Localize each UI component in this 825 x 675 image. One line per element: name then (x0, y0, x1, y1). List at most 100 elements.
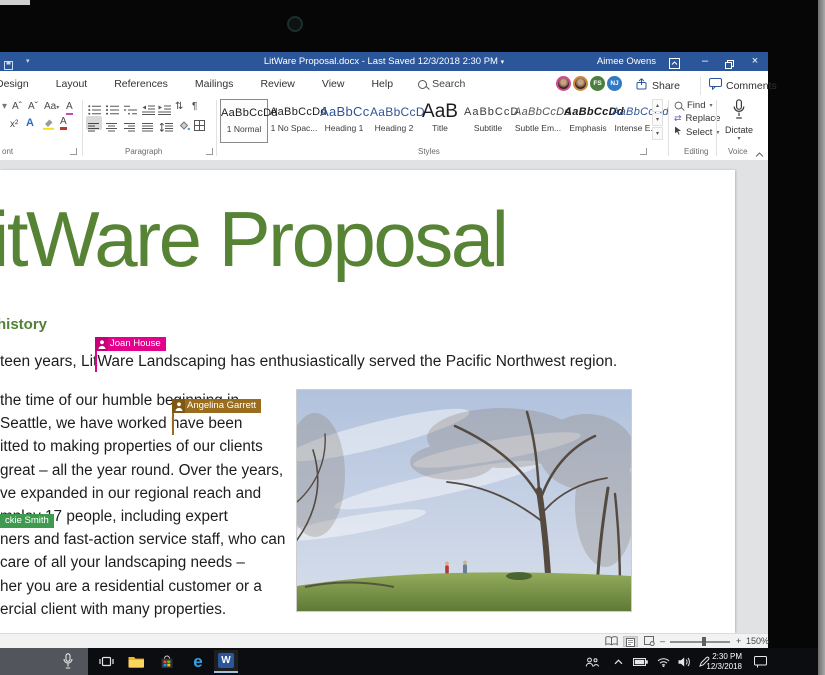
print-layout-icon[interactable] (623, 636, 638, 647)
borders-icon[interactable] (194, 118, 205, 136)
zoom-in-button[interactable]: + (736, 634, 741, 649)
ribbon: ▾ Aˆ Aˇ Aa▾ A x² A A ont ⇅ ¶ (0, 97, 768, 161)
shading-icon[interactable] (178, 118, 190, 136)
collab-flag-angelina-garrett[interactable]: Angelina Garrett (172, 399, 261, 413)
web-layout-icon[interactable] (642, 636, 657, 647)
styles-more-icon[interactable]: ▾ (652, 127, 663, 140)
microsoft-store-button[interactable] (155, 650, 179, 673)
background-sliver (0, 0, 30, 5)
read-mode-icon[interactable] (604, 636, 619, 647)
tab-mailings[interactable]: Mailings (193, 71, 236, 97)
align-right-icon[interactable] (124, 119, 136, 137)
pilcrow-icon[interactable]: ¶ (192, 100, 197, 113)
align-center-icon[interactable] (106, 119, 118, 137)
search-label: Search (432, 78, 465, 90)
collab-flag-jackie-smith[interactable]: ckie Smith (0, 514, 54, 528)
style-title[interactable]: AaBTitle (418, 99, 462, 143)
increase-indent-icon[interactable] (158, 102, 171, 120)
comments-button[interactable]: Comments (700, 77, 777, 95)
replace-button[interactable]: ⇄Replace (674, 113, 720, 124)
tab-references[interactable]: References (112, 71, 170, 97)
font-color-icon[interactable]: A (60, 117, 67, 130)
action-center-icon[interactable] (748, 650, 772, 673)
text-effects-icon[interactable]: A (26, 117, 34, 130)
body-line: care of all your landscaping needs – (0, 551, 285, 574)
align-left-icon[interactable] (88, 119, 100, 137)
taskbar-clock[interactable]: 2:30 PM 12/3/2018 (700, 652, 742, 671)
styles-dialog-launcher[interactable] (640, 148, 647, 155)
group-divider (716, 100, 717, 156)
style-subtle-emphasis[interactable]: AaBbCcDdSubtle Em... (514, 99, 562, 143)
paragraph-dialog-launcher[interactable] (206, 148, 213, 155)
shrink-font-icon[interactable]: Aˇ (28, 100, 38, 113)
numbering-icon[interactable] (106, 102, 120, 120)
zoom-out-button[interactable]: – (660, 634, 665, 649)
avatar-fs[interactable]: FS (590, 76, 605, 91)
edge-button[interactable]: e (186, 650, 210, 673)
find-icon (675, 102, 683, 110)
tray-overflow-chevron-icon[interactable] (606, 650, 630, 673)
minimize-button[interactable]: – (696, 52, 714, 71)
document-canvas: itWare Proposal history Joan House teen … (0, 160, 768, 633)
style-heading2[interactable]: AaBbCcDHeading 2 (370, 99, 418, 143)
clear-formatting-icon[interactable]: A (66, 100, 73, 115)
signed-in-user[interactable]: Aimee Owens (597, 52, 656, 71)
grow-font-icon[interactable]: Aˆ (12, 100, 22, 113)
body-line: Seattle, we have worked have been (0, 412, 285, 435)
highlight-color-icon[interactable] (42, 117, 55, 135)
collaborator-avatars: FS NJ (556, 76, 622, 91)
multilevel-list-icon[interactable] (124, 102, 138, 120)
sort-icon[interactable]: ⇅ (175, 100, 183, 113)
battery-icon[interactable] (628, 650, 652, 673)
document-page[interactable]: itWare Proposal history Joan House teen … (0, 170, 735, 633)
font-dialog-launcher[interactable] (70, 148, 77, 155)
find-button[interactable]: Find▾ (674, 100, 713, 111)
avatar-photo-1[interactable] (556, 76, 571, 91)
dictate-dropdown-icon[interactable]: ▾ (722, 135, 756, 142)
dictate-button[interactable]: Dictate ▾ (722, 99, 756, 142)
zoom-level[interactable]: 150% (746, 634, 769, 649)
line-spacing-icon[interactable] (160, 119, 173, 137)
collab-flag-joan-house[interactable]: Joan House (95, 337, 166, 351)
share-button[interactable]: Share (636, 77, 680, 95)
style-normal[interactable]: AaBbCcDd1 Normal (220, 99, 268, 143)
font-size-dropdown-icon[interactable]: ▾ (2, 100, 7, 113)
decrease-indent-icon[interactable] (142, 102, 155, 120)
search-box[interactable]: Search (418, 71, 465, 97)
styles-scroll-up-icon[interactable]: ▴ (652, 99, 663, 112)
tab-review[interactable]: Review (258, 71, 296, 97)
superscript-icon[interactable]: x² (10, 118, 18, 131)
body-line: ercial client with many properties. (0, 598, 285, 621)
style-no-spacing[interactable]: AaBbCcDd1 No Spac... (270, 99, 318, 143)
style-heading1[interactable]: AaBbCcHeading 1 (320, 99, 368, 143)
select-button[interactable]: Select▾ (674, 126, 719, 138)
collab-flag-name: Joan House (108, 337, 166, 351)
zoom-slider-track[interactable] (670, 641, 730, 643)
document-photo-trees[interactable] (296, 389, 632, 612)
people-tray-icon[interactable] (580, 650, 604, 673)
collab-cursor-joan (95, 351, 97, 372)
avatar-nj[interactable]: NJ (607, 76, 622, 91)
tab-layout[interactable]: Layout (54, 71, 90, 97)
style-subtitle[interactable]: AaBbCcDSubtitle (464, 99, 512, 143)
file-explorer-button[interactable] (124, 650, 148, 673)
tab-view[interactable]: View (320, 71, 347, 97)
style-emphasis[interactable]: AaBbCcDdEmphasis (564, 99, 612, 143)
styles-scroll-down-icon[interactable]: ▾ (652, 113, 663, 126)
body-line: her you are a residential customer or a (0, 575, 285, 598)
close-button[interactable]: × (746, 52, 764, 71)
body-line: ners and fast-action service staff, who … (0, 528, 285, 551)
task-view-button[interactable] (94, 650, 118, 673)
justify-icon[interactable] (142, 119, 154, 137)
zoom-slider-thumb[interactable] (702, 637, 706, 646)
tab-design[interactable]: Design (0, 71, 31, 97)
avatar-photo-2[interactable] (573, 76, 588, 91)
editing-group-label: Editing (684, 147, 708, 156)
title-caret-icon[interactable]: ▾ (501, 59, 505, 66)
word-taskbar-button[interactable]: W (214, 650, 238, 673)
group-divider (216, 100, 217, 156)
change-case-icon[interactable]: Aa▾ (44, 100, 59, 114)
microphone-tray-icon[interactable] (62, 653, 74, 675)
webcam (287, 16, 303, 32)
tab-help[interactable]: Help (369, 71, 395, 97)
